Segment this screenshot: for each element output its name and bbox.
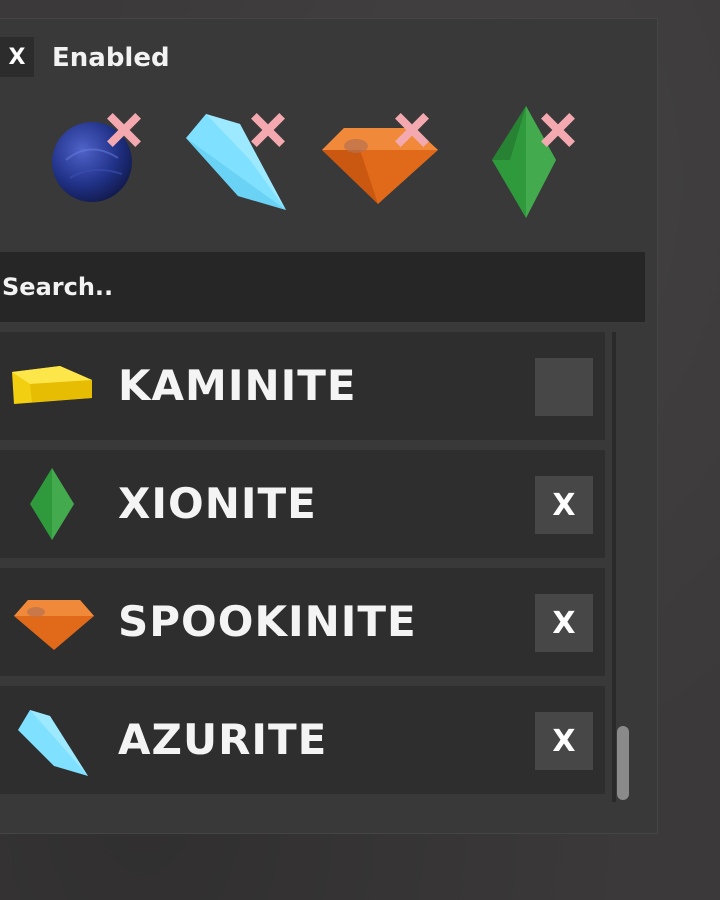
ore-list: KAMINITE XIONITE X SPOOKINITE X AZURITE … bbox=[0, 332, 610, 802]
list-item-spookinite[interactable]: SPOOKINITE X bbox=[0, 568, 605, 676]
ore-name: KAMINITE bbox=[118, 361, 357, 410]
ore-toggle-checkbox[interactable]: X bbox=[535, 476, 593, 534]
selected-ore-xionite[interactable] bbox=[470, 100, 590, 220]
search-bar bbox=[0, 252, 645, 322]
pink-x-icon[interactable] bbox=[320, 100, 440, 220]
enabled-label: Enabled bbox=[52, 43, 170, 73]
pink-x-icon[interactable] bbox=[40, 100, 160, 220]
orange-cut-gem-icon bbox=[14, 600, 94, 650]
scrollbar-track[interactable] bbox=[612, 332, 616, 802]
selected-ore-azurite[interactable] bbox=[180, 100, 300, 220]
ore-toggle-checkbox[interactable]: X bbox=[535, 712, 593, 770]
green-diamond-gem-icon bbox=[30, 468, 74, 540]
pink-x-icon[interactable] bbox=[180, 100, 300, 220]
list-item-azurite[interactable]: AZURITE X bbox=[0, 686, 605, 794]
cyan-shard-gem-icon bbox=[18, 710, 88, 776]
list-item-xionite[interactable]: XIONITE X bbox=[0, 450, 605, 558]
list-item-kaminite[interactable]: KAMINITE bbox=[0, 332, 605, 440]
ore-name: XIONITE bbox=[118, 479, 317, 528]
ore-name: SPOOKINITE bbox=[118, 597, 417, 646]
enable-toggle-checkbox[interactable]: X bbox=[0, 37, 34, 77]
ore-toggle-checkbox[interactable] bbox=[535, 358, 593, 416]
ore-toggle-checkbox[interactable]: X bbox=[535, 594, 593, 652]
selected-ore-blue-orb[interactable] bbox=[40, 100, 160, 220]
selected-ore-spookinite[interactable] bbox=[320, 100, 440, 220]
scrollbar-thumb[interactable] bbox=[617, 726, 629, 800]
search-input[interactable] bbox=[0, 252, 600, 322]
pink-x-icon[interactable] bbox=[470, 100, 590, 220]
ore-name: AZURITE bbox=[118, 715, 328, 764]
yellow-gold-ingot-icon bbox=[12, 366, 92, 404]
